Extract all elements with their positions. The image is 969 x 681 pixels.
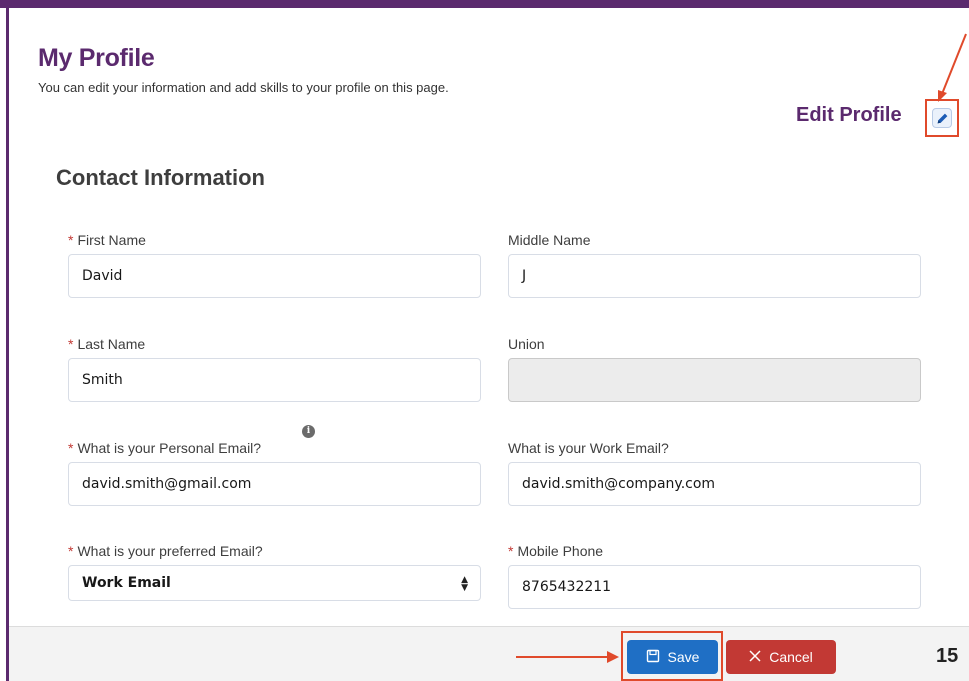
- middle-name-label: Middle Name: [508, 232, 591, 248]
- select-arrows-icon: ▲ ▼: [461, 575, 468, 593]
- last-name-field[interactable]: Smith: [68, 358, 481, 402]
- preferred-email-label: * What is your preferred Email?: [68, 543, 263, 559]
- annotation-arrow-icon: [516, 651, 619, 663]
- save-label: Save: [667, 649, 700, 665]
- save-button[interactable]: Save: [627, 640, 718, 674]
- edit-profile-label: Edit Profile: [796, 103, 902, 126]
- page-number: 15: [936, 645, 959, 667]
- page-frame-left: [6, 8, 9, 681]
- last-name-label: * Last Name: [68, 336, 146, 352]
- personal-email-label: * What is your Personal Email?: [68, 440, 262, 456]
- page-title: My Profile: [38, 44, 155, 72]
- preferred-email-select[interactable]: Work Email ▲ ▼: [68, 565, 481, 601]
- save-icon: [646, 649, 660, 666]
- mobile-phone-field[interactable]: 8765432211: [508, 565, 921, 609]
- union-label: Union: [508, 336, 545, 352]
- middle-name-field[interactable]: J: [508, 254, 921, 298]
- preferred-email-value: Work Email: [82, 575, 171, 591]
- work-email-label: What is your Work Email?: [508, 440, 669, 456]
- first-name-field[interactable]: David: [68, 254, 481, 298]
- work-email-field[interactable]: david.smith@company.com: [508, 462, 921, 506]
- pencil-icon: [932, 108, 952, 128]
- section-title: Contact Information: [56, 165, 265, 190]
- union-field: [508, 358, 921, 402]
- cancel-button[interactable]: Cancel: [726, 640, 836, 674]
- edit-profile-button[interactable]: [925, 99, 959, 137]
- page-frame-top: [0, 0, 969, 8]
- page-subtitle: You can edit your information and add sk…: [38, 80, 449, 95]
- info-icon[interactable]: i: [302, 425, 315, 438]
- annotation-arrow-icon: [938, 33, 967, 102]
- personal-email-field[interactable]: david.smith@gmail.com: [68, 462, 481, 506]
- edit-profile-link[interactable]: Edit Profile: [796, 100, 902, 130]
- first-name-label: * First Name: [68, 232, 146, 248]
- close-icon: [749, 649, 761, 665]
- cancel-label: Cancel: [769, 649, 813, 665]
- mobile-phone-label: * Mobile Phone: [508, 543, 604, 559]
